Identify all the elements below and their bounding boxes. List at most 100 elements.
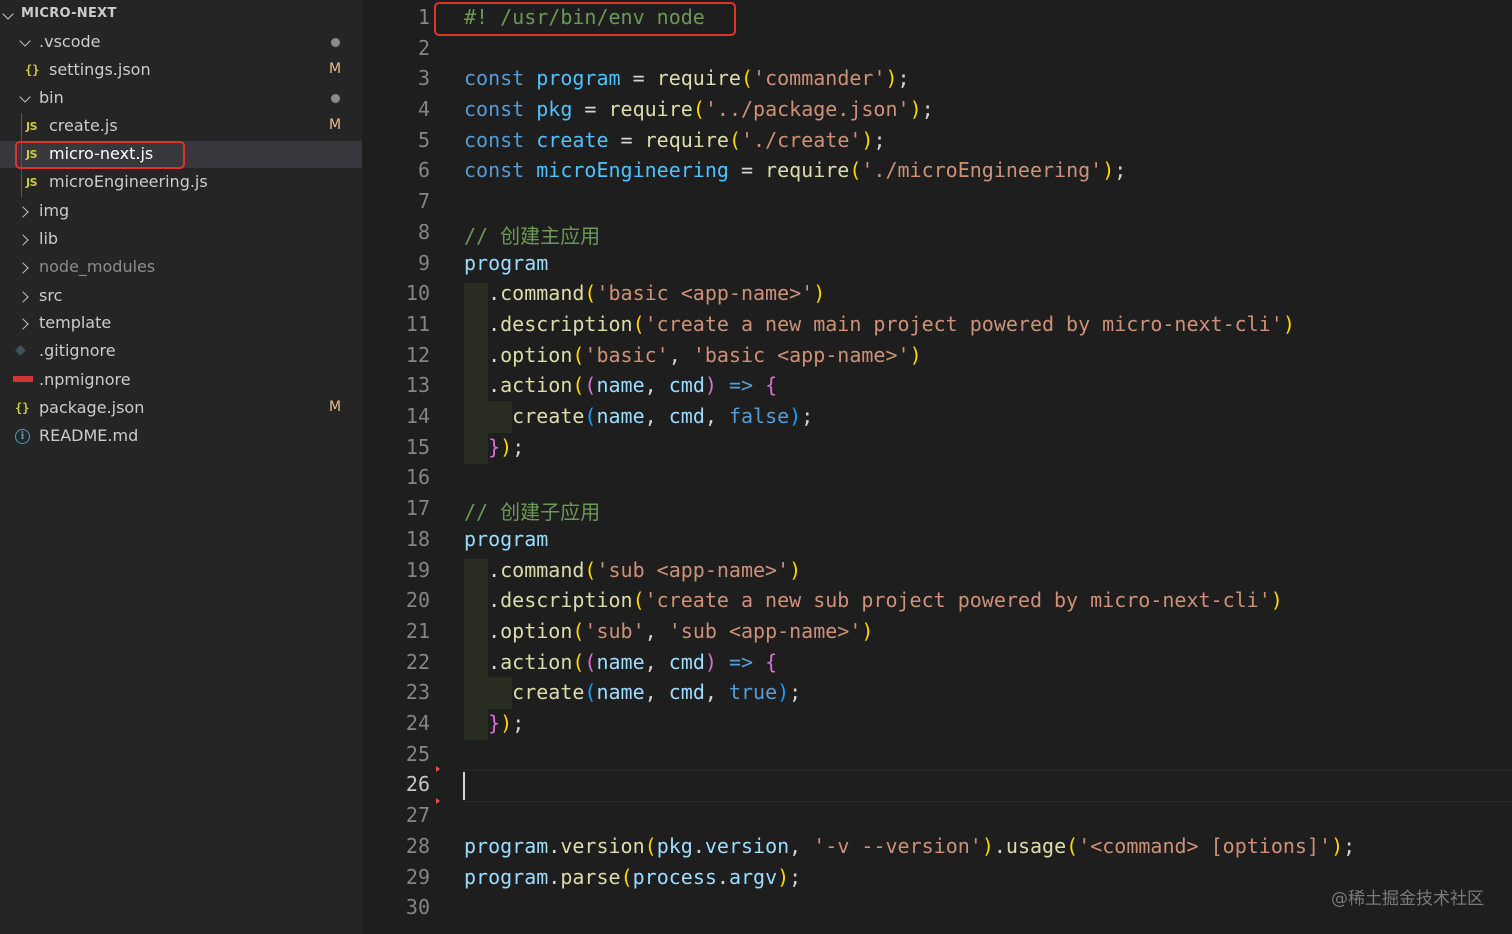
npm-icon [13, 376, 33, 382]
folder-img[interactable]: img [0, 198, 362, 225]
file-label: settings.json [49, 60, 151, 79]
code-line-17: // 创建子应用 [464, 500, 601, 524]
file-label: create.js [49, 116, 118, 135]
folder-label: .vscode [39, 32, 101, 51]
modified-dot-icon [331, 94, 340, 103]
code-line-28: program.version(pkg.version, '-v --versi… [464, 834, 1356, 858]
line-number: 18 [405, 527, 430, 551]
code-line-15: }); [488, 435, 525, 459]
chevron-right-icon [17, 262, 29, 274]
file-label: .gitignore [39, 341, 116, 360]
line-number: 7 [417, 189, 430, 213]
code-line-13: .action((name, cmd) => { [464, 373, 778, 397]
folder-vscode[interactable]: .vscode [0, 29, 362, 56]
folder-label: img [39, 201, 70, 220]
line-number: 23 [405, 680, 430, 704]
code-line-3: const program = require('commander'); [464, 66, 910, 90]
watermark: @稀土掘金技术社区 [1331, 889, 1484, 909]
folder-node-modules[interactable]: node_modules [0, 254, 362, 281]
code-line-21: .option('sub', 'sub <app-name>') [464, 619, 874, 643]
file-gitignore[interactable]: ◆ .gitignore [0, 338, 362, 365]
modified-badge: M [329, 61, 342, 77]
code-line-22: .action((name, cmd) => { [464, 650, 778, 674]
code-line-12: .option('basic', 'basic <app-name>') [464, 343, 922, 367]
code-line-18: program [464, 527, 549, 551]
line-number: 15 [405, 435, 430, 459]
file-readme-md[interactable]: i README.md [0, 423, 362, 450]
git-icon: ◆ [15, 342, 26, 358]
code-editor[interactable]: 1 2 3 4 5 6 7 8 9 10 11 12 13 14 15 16 17 18 19 20 21 22 23 24 2… [362, 0, 1512, 934]
line-number: 10 [405, 281, 430, 305]
explorer-title: MICRO-NEXT [21, 6, 117, 21]
json-icon: {} [15, 401, 30, 415]
chevron-right-icon [17, 234, 29, 246]
current-line-highlight [462, 770, 1512, 802]
javascript-icon: JS [26, 120, 38, 133]
line-number: 4 [417, 97, 430, 121]
folder-src[interactable]: src [0, 283, 362, 310]
line-number: 26 [405, 772, 430, 796]
folder-label: bin [39, 88, 64, 107]
indent-guide [21, 113, 22, 197]
code-line-19: .command('sub <app-name>') [464, 558, 802, 582]
line-number: 20 [405, 588, 430, 612]
line-number: 11 [405, 312, 430, 336]
line-number: 17 [405, 496, 430, 520]
line-number: 19 [405, 558, 430, 582]
line-number: 21 [405, 619, 430, 643]
file-create-js[interactable]: JS create.js M [0, 113, 362, 140]
code-line-8: // 创建主应用 [464, 224, 601, 248]
line-number: 3 [417, 66, 430, 90]
folder-bin[interactable]: bin [0, 85, 362, 112]
line-number: 2 [417, 36, 430, 60]
line-number: 6 [417, 158, 430, 182]
folder-label: node_modules [39, 257, 156, 276]
text-caret [463, 772, 465, 800]
code-line-10: .command('basic <app-name>') [464, 281, 826, 305]
modified-dot-icon [331, 38, 340, 47]
json-icon: {} [25, 63, 40, 77]
explorer-sidebar: MICRO-NEXT .vscode {} settings.json M bi… [0, 0, 362, 934]
chevron-down-icon [19, 35, 31, 47]
file-npmignore[interactable]: .npmignore [0, 367, 362, 394]
file-settings-json[interactable]: {} settings.json M [0, 57, 362, 84]
line-number: 1 [417, 5, 430, 29]
file-label: README.md [39, 426, 139, 445]
folder-template[interactable]: template [0, 310, 362, 337]
explorer-header[interactable]: MICRO-NEXT [0, 0, 362, 28]
chevron-down-icon [2, 8, 14, 20]
line-number: 30 [405, 895, 430, 919]
line-number: 9 [417, 251, 430, 275]
diff-marker-icon [436, 798, 440, 804]
code-line-23: create(name, cmd, true); [512, 680, 802, 704]
folder-lib[interactable]: lib [0, 226, 362, 253]
file-label: microEngineering.js [49, 172, 208, 191]
chevron-down-icon [19, 91, 31, 103]
highlight-box [434, 2, 736, 36]
code-line-20: .description('create a new sub project p… [464, 588, 1283, 612]
line-number: 22 [405, 650, 430, 674]
code-line-14: create(name, cmd, false); [512, 404, 814, 428]
file-microengineering-js[interactable]: JS microEngineering.js [0, 169, 362, 196]
modified-badge: M [329, 117, 342, 133]
line-number: 25 [405, 742, 430, 766]
code-line-24: }); [488, 711, 525, 735]
file-package-json[interactable]: {} package.json M [0, 395, 362, 422]
line-number: 16 [405, 465, 430, 489]
diff-marker-icon [436, 766, 440, 772]
line-number: 27 [405, 803, 430, 827]
javascript-icon: JS [26, 176, 38, 189]
line-number: 13 [405, 373, 430, 397]
folder-label: lib [39, 229, 59, 248]
code-line-4: const pkg = require('../package.json'); [464, 97, 934, 121]
chevron-right-icon [17, 291, 29, 303]
file-label: package.json [39, 398, 145, 417]
line-number: 5 [417, 128, 430, 152]
line-number: 29 [405, 865, 430, 889]
highlight-box [15, 141, 185, 169]
info-icon: i [15, 429, 30, 444]
line-number: 24 [405, 711, 430, 735]
folder-label: src [39, 286, 63, 305]
chevron-right-icon [17, 206, 29, 218]
line-number: 28 [405, 834, 430, 858]
